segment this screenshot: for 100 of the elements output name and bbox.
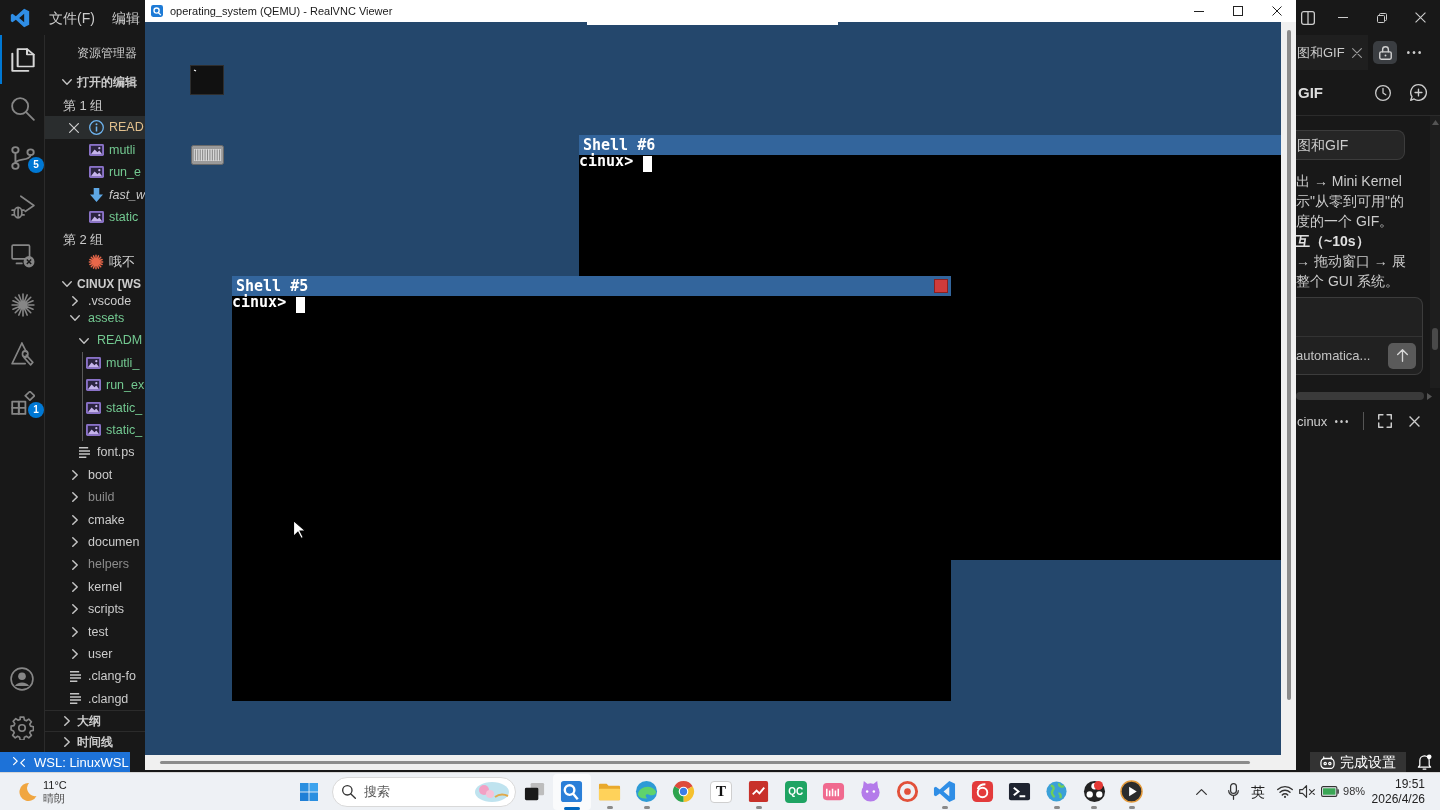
mode-toggle[interactable]: automatica... (1296, 349, 1371, 362)
file-tree-item[interactable]: run_ex (83, 374, 145, 397)
open-editor-item[interactable]: READ (45, 116, 145, 139)
file-tree-item[interactable]: assets (45, 307, 145, 330)
prompt-text: cinux> (579, 155, 634, 168)
input-method-button[interactable]: 英 (1251, 784, 1266, 799)
source-control-button[interactable]: 5 (0, 133, 44, 182)
clock-icon[interactable] (1375, 84, 1391, 101)
section-header[interactable]: CINUX [WS (45, 273, 145, 296)
send-button[interactable] (1388, 342, 1416, 369)
image-file-icon (88, 211, 104, 224)
image-file-icon (85, 401, 101, 414)
file-tree-item[interactable]: .clang-fo (45, 665, 145, 688)
file-tree-item[interactable]: mutli_ (83, 351, 145, 375)
editor-tab[interactable]: 图和GIF (1296, 35, 1368, 70)
text-cursor-icon (643, 156, 653, 172)
setup-button[interactable]: 完成设置 (1310, 752, 1406, 772)
image-file-icon (85, 424, 101, 437)
person-circle-icon (10, 666, 34, 691)
menu-item[interactable]: 文件(F) (49, 10, 95, 25)
vertical-scrollbar[interactable] (1430, 116, 1440, 388)
notification-count: 1 (28, 402, 44, 418)
extensions-button[interactable]: 1 (0, 378, 44, 427)
chat-plus-icon[interactable] (1410, 84, 1427, 101)
file-tree-item[interactable]: user (45, 643, 145, 666)
scroll-right-icon[interactable] (1427, 392, 1432, 400)
bell-icon[interactable] (1417, 754, 1432, 770)
burst-icon (11, 292, 35, 317)
wifi-icon[interactable] (1277, 785, 1294, 798)
terminal-tab[interactable]: cinux (1296, 414, 1328, 428)
close-icon[interactable] (1351, 47, 1362, 58)
file-tree-item[interactable]: documen (45, 531, 145, 554)
more-icon[interactable] (1335, 419, 1349, 423)
open-editor-item[interactable]: static (45, 205, 145, 229)
close-icon[interactable] (1415, 12, 1426, 23)
open-editor-item[interactable]: mutli (45, 138, 145, 162)
taskbar-button[interactable]: T (702, 773, 740, 810)
file-tree-item[interactable]: build (45, 486, 145, 509)
more-icon[interactable] (1407, 51, 1421, 54)
task-view-icon (523, 780, 547, 803)
file-tree-item[interactable]: scripts (45, 598, 145, 621)
battery-percent: 98% (1343, 786, 1366, 797)
chevron-up-icon[interactable] (1196, 788, 1208, 795)
file-tree-item[interactable]: helpers (45, 553, 145, 576)
browser-icon (672, 780, 696, 803)
play-bug-icon (11, 194, 35, 219)
scrollbar-thumb[interactable] (1296, 392, 1424, 400)
open-editor-item[interactable]: run_e (45, 161, 145, 184)
magnifier-app-icon (560, 780, 584, 803)
file-tree-item[interactable]: test (45, 620, 145, 643)
lock-icon (1378, 45, 1392, 60)
restore-icon[interactable] (1377, 12, 1387, 23)
weather-condition: 晴朗 (43, 791, 66, 805)
fullscreen-icon[interactable] (1378, 414, 1393, 428)
menu-item[interactable]: 编辑 (111, 10, 140, 25)
file-tree-item[interactable]: kernel (45, 575, 145, 599)
monitor-icon (11, 243, 35, 268)
open-editor-item[interactable]: 哦不 (45, 250, 145, 274)
group-label: 第 2 组 (63, 233, 104, 247)
file-tree-item[interactable]: boot (45, 463, 145, 487)
scrollbar-thumb[interactable] (1432, 328, 1438, 350)
image-file-icon (88, 143, 104, 156)
file-tree-item[interactable]: font.ps (45, 441, 145, 464)
message-text: 度的一个 GIF。 (1296, 212, 1395, 231)
file-tree-item[interactable]: READM (45, 329, 145, 352)
section-header[interactable]: 打开的编辑 (45, 70, 145, 94)
grille-icon[interactable] (191, 145, 224, 165)
grid-logo-icon (300, 782, 318, 801)
search-field[interactable]: 搜索 (332, 776, 516, 807)
scrollbar-thumb[interactable] (1286, 30, 1291, 700)
file-tree-item[interactable]: static_ (83, 396, 145, 420)
open-editor-item[interactable]: fast_w (45, 183, 145, 206)
flower-picture-icon (475, 781, 509, 802)
magnifier-app-icon (151, 5, 163, 17)
prompt-text: cinux> (232, 296, 287, 309)
file-tree-item[interactable]: .vscode (45, 295, 145, 308)
file-tree-item[interactable]: .clangd (45, 687, 145, 711)
files-icon (11, 47, 35, 72)
notification-count: 5 (28, 157, 44, 173)
window-title: operating_system (QEMU) - RealVNC Viewer (170, 5, 393, 17)
file-tree-item[interactable]: cmake (45, 508, 145, 532)
lock-button[interactable] (1373, 41, 1397, 64)
muted-speaker-icon[interactable] (1299, 785, 1317, 798)
message-text: 整个 GUI 系统。 (1296, 272, 1400, 291)
microphone-icon[interactable] (1228, 783, 1240, 800)
search-icon (11, 96, 35, 121)
remote-status-button[interactable]: WSL: LinuxWSL (0, 752, 130, 772)
up-arrow-icon (1396, 349, 1408, 362)
close-icon[interactable] (69, 122, 79, 133)
close-icon[interactable] (1409, 415, 1421, 427)
file-tree-item[interactable]: static_ (83, 419, 145, 442)
burst-icon (88, 253, 104, 270)
image-file-icon (85, 357, 101, 370)
scrollbar-thumb[interactable] (160, 761, 1250, 764)
minimize-icon (1193, 10, 1204, 12)
cat-icon (858, 780, 882, 803)
close-icon (1271, 6, 1282, 16)
search-input[interactable]: 搜索 (364, 781, 464, 802)
split-layout-icon[interactable] (1301, 10, 1315, 25)
battery-icon[interactable] (1321, 786, 1340, 797)
